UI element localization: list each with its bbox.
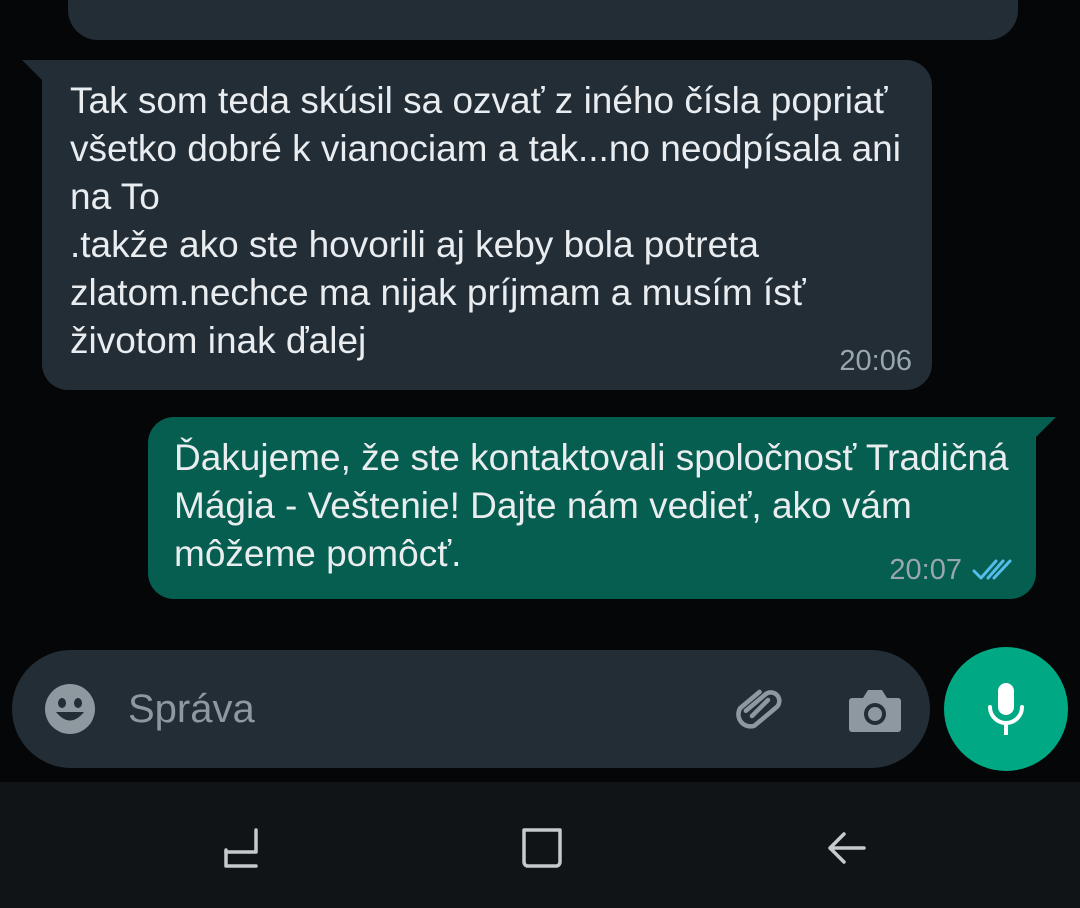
system-navigation-bar xyxy=(0,782,1080,908)
camera-icon[interactable] xyxy=(848,684,902,734)
message-text: Tak som teda skúsil sa ozvať z iného čís… xyxy=(70,80,901,361)
bubble-tail xyxy=(22,60,44,82)
home-icon[interactable] xyxy=(520,826,564,870)
emoji-icon[interactable] xyxy=(44,683,96,735)
outgoing-message-bubble[interactable]: Ďakujeme, že ste kontaktovali spoločnosť… xyxy=(148,417,1056,599)
voice-record-button[interactable] xyxy=(944,647,1068,771)
previous-message-bubble xyxy=(68,0,1018,40)
message-input[interactable]: Správa xyxy=(128,686,255,732)
message-time: 20:06 xyxy=(839,345,912,377)
message-text: Ďakujeme, že ste kontaktovali spoločnosť… xyxy=(174,437,1009,574)
recent-apps-icon[interactable] xyxy=(220,826,264,870)
message-composer[interactable]: Správa xyxy=(12,650,930,768)
incoming-message-bubble[interactable]: Tak som teda skúsil sa ozvať z iného čís… xyxy=(22,60,932,390)
back-icon[interactable] xyxy=(824,826,868,870)
message-time: 20:07 xyxy=(889,554,962,586)
bubble-tail xyxy=(1034,417,1056,439)
read-ticks-icon xyxy=(972,559,1012,580)
paperclip-icon[interactable] xyxy=(732,682,788,738)
microphone-icon xyxy=(988,683,1024,735)
message-meta: 20:07 xyxy=(889,553,1014,587)
